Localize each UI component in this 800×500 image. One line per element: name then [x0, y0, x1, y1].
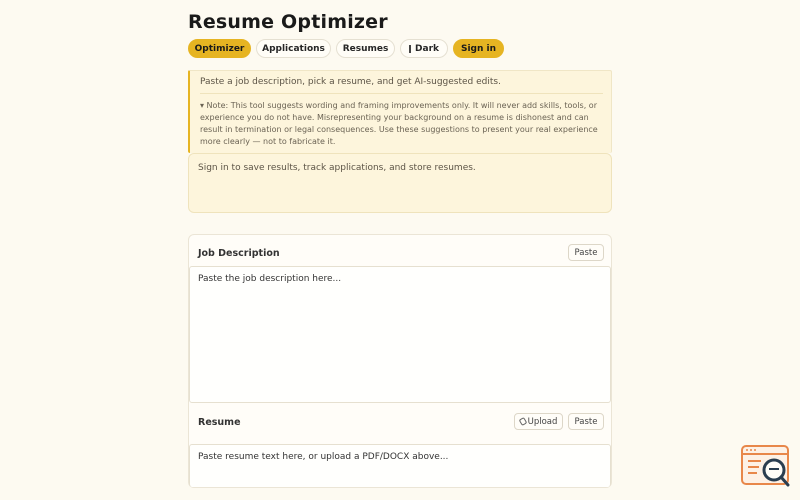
info-notice: Paste a job description, pick a resume, …	[188, 70, 612, 153]
moon-icon	[409, 44, 412, 53]
theme-toggle-button[interactable]: Dark	[400, 39, 448, 58]
signin-notice: Sign in to save results, track applicati…	[188, 153, 612, 213]
input-card: Job Description Paste Paste the job desc…	[188, 234, 612, 488]
page-title: Resume Optimizer	[188, 11, 388, 33]
job-description-title: Job Description	[198, 248, 280, 259]
nav-optimizer-label: Optimizer	[194, 43, 245, 54]
resume-input[interactable]: Paste resume text here, or upload a PDF/…	[189, 444, 611, 487]
upload-resume-button[interactable]: Upload	[514, 413, 563, 430]
notice-divider	[200, 93, 603, 94]
top-nav: Optimizer Applications Resumes Dark Sign…	[188, 39, 504, 58]
resume-title: Resume	[198, 417, 241, 428]
notice-lead: Paste a job description, pick a resume, …	[200, 77, 501, 87]
search-chat-icon	[741, 445, 790, 487]
job-description-input[interactable]: Paste the job description here...	[189, 266, 611, 403]
upload-resume-label: Upload	[527, 416, 558, 427]
honesty-note[interactable]: ▾ Note: This tool suggests wording and f…	[200, 100, 608, 148]
resume-placeholder: Paste resume text here, or upload a PDF/…	[198, 452, 449, 462]
theme-toggle-label: Dark	[415, 43, 439, 54]
assistant-launcher-button[interactable]	[741, 445, 791, 487]
job-description-placeholder: Paste the job description here...	[198, 274, 342, 284]
paste-job-description-label: Paste	[574, 247, 598, 258]
nav-applications[interactable]: Applications	[256, 39, 331, 58]
resume-header: Resume Upload Paste	[189, 405, 611, 435]
paperclip-icon	[518, 416, 527, 427]
nav-resumes-label: Resumes	[342, 43, 389, 54]
sign-in-label: Sign in	[460, 43, 497, 54]
nav-applications-label: Applications	[262, 43, 325, 54]
paste-job-description-button[interactable]: Paste	[568, 244, 604, 261]
signin-notice-text: Sign in to save results, track applicati…	[198, 163, 476, 173]
paste-resume-label: Paste	[574, 416, 598, 427]
nav-optimizer[interactable]: Optimizer	[188, 39, 251, 58]
job-description-header: Job Description Paste	[189, 235, 611, 265]
sign-in-button[interactable]: Sign in	[453, 39, 504, 58]
nav-resumes[interactable]: Resumes	[336, 39, 395, 58]
paste-resume-button[interactable]: Paste	[568, 413, 604, 430]
